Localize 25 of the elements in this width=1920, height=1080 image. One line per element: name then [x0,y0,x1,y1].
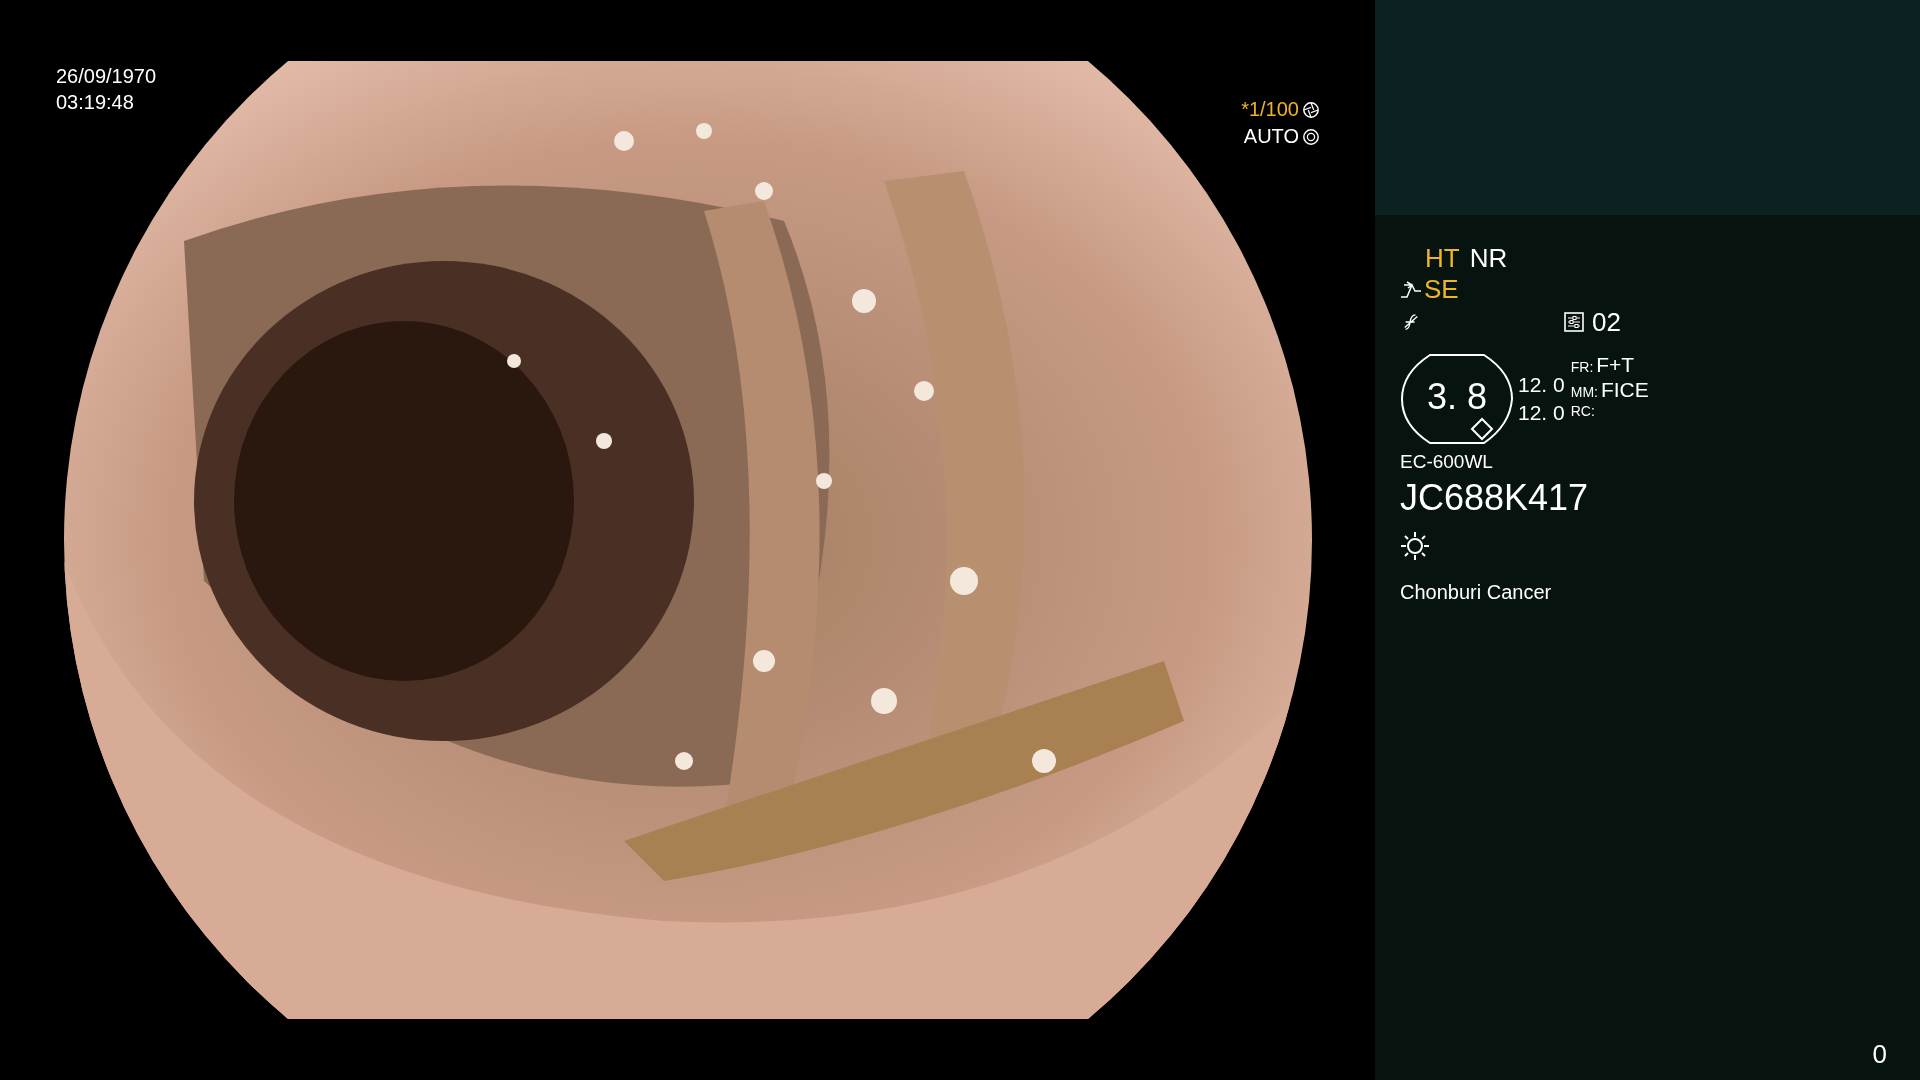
param-key: RC: [1570,403,1595,419]
institution-text: Chonburi Cancer [1400,581,1553,604]
mode-label: NR [1469,243,1508,274]
aperture-icon [1302,100,1320,119]
mode-label: HT [1425,243,1460,274]
param-key: FR: [1570,359,1594,375]
preset-number: 02 [1592,306,1621,338]
serial-number-text: JC688K417 [1400,477,1590,519]
curve-icon [1400,280,1422,299]
time-text: 03:19:48 [56,90,135,115]
mode-label: SE [1424,274,1459,305]
param-key: MM: [1570,384,1598,400]
counter-text: 0 [1872,1039,1887,1070]
lamp-icon [1400,531,1430,561]
zoom-reading: 12. 0 [1518,400,1565,426]
param-value: FICE [1600,378,1649,402]
shutter-speed-text: *1/100 [1241,98,1299,121]
scope-model-text: EC-600WL [1400,451,1494,473]
zoom-reading: 12. 0 [1518,372,1565,398]
aperture-icon [1302,127,1320,146]
date-text: 26/09/1970 [56,64,157,89]
sliders-icon [1564,312,1584,332]
param-value: F+T [1596,353,1635,377]
zoom-value: 3. 8 [1426,376,1487,418]
exposure-mode-text: AUTO [1243,125,1299,148]
